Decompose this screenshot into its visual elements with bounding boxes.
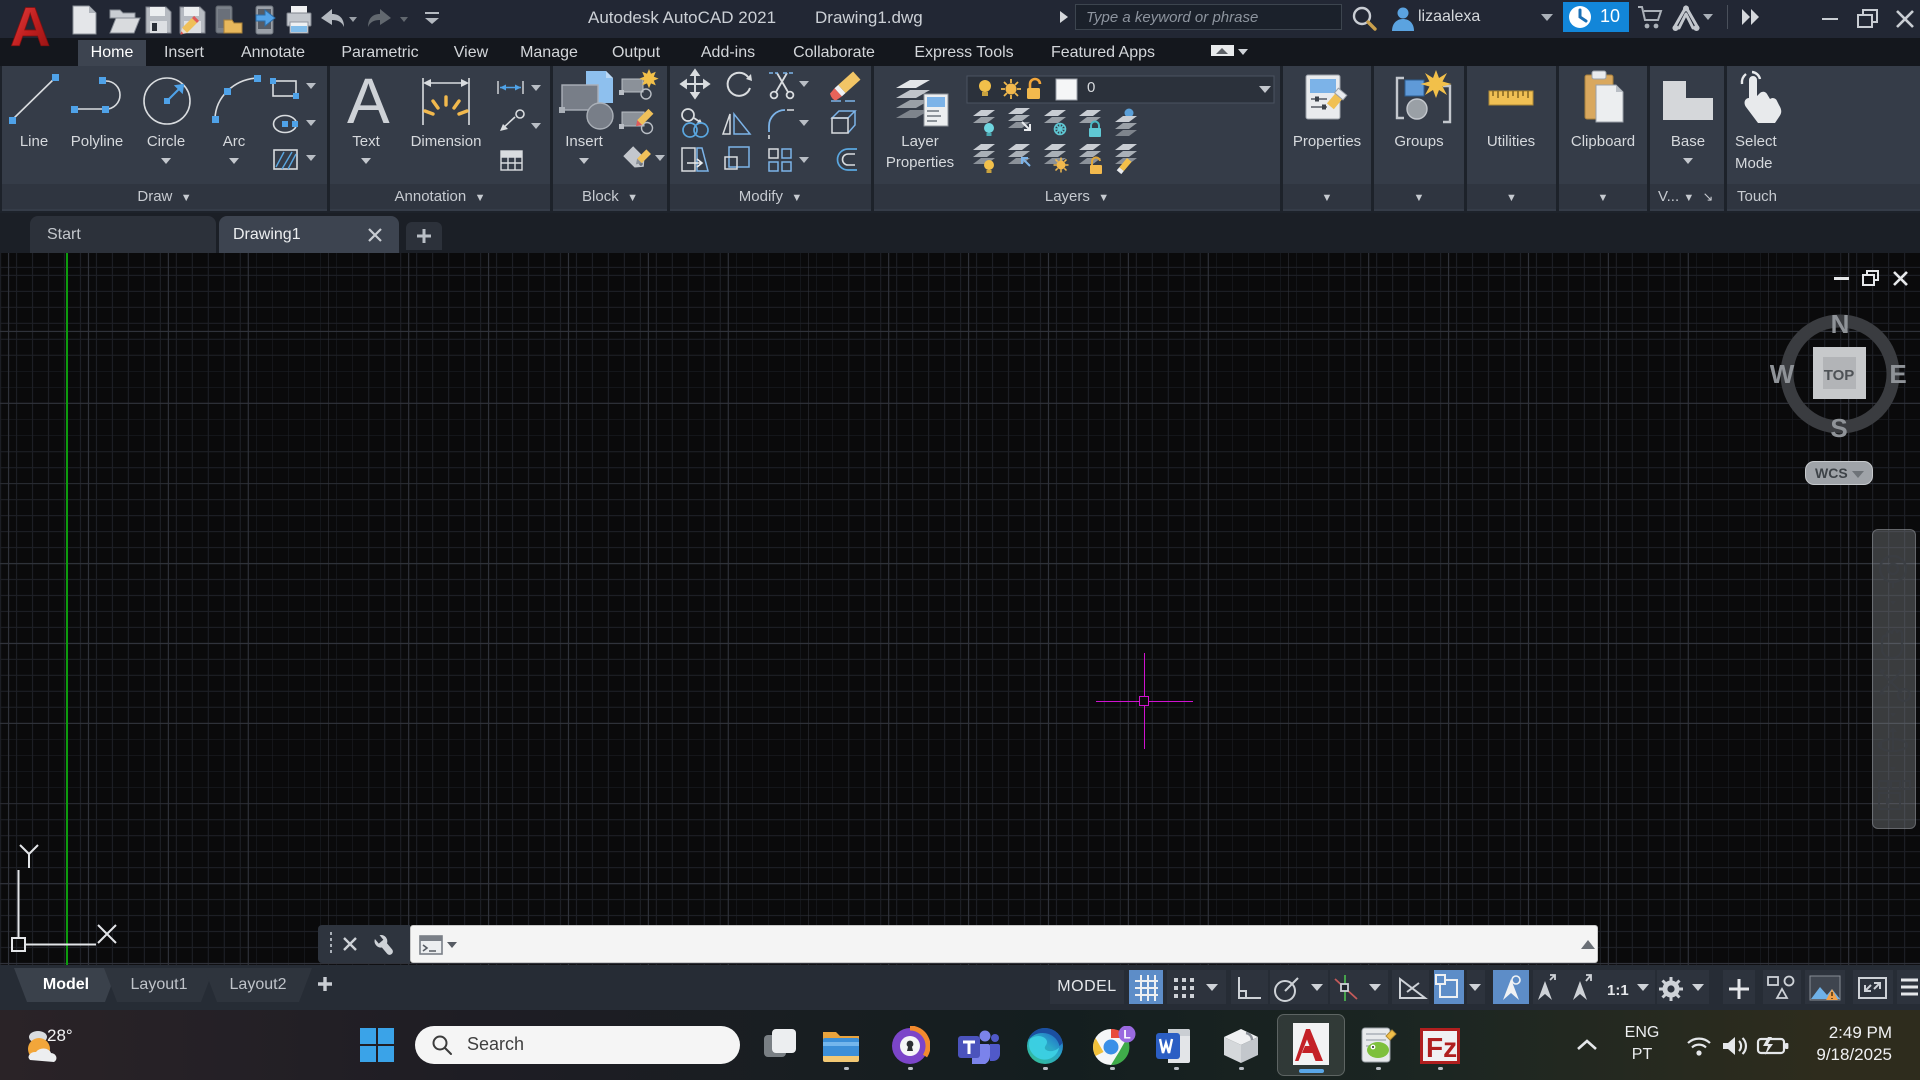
svg-text:A: A: [10, 3, 50, 47]
svg-text:N: N: [1831, 309, 1850, 339]
svg-text:W: W: [1770, 359, 1795, 389]
svg-text:L: L: [1123, 1028, 1130, 1042]
svg-text:TOP: TOP: [1824, 367, 1855, 384]
svg-text:1:1: 1:1: [1607, 982, 1629, 999]
svg-text:S: S: [1830, 413, 1847, 443]
svg-text:A: A: [347, 66, 390, 137]
svg-text:E: E: [1889, 359, 1906, 389]
svg-text:Fz: Fz: [1426, 1032, 1457, 1063]
